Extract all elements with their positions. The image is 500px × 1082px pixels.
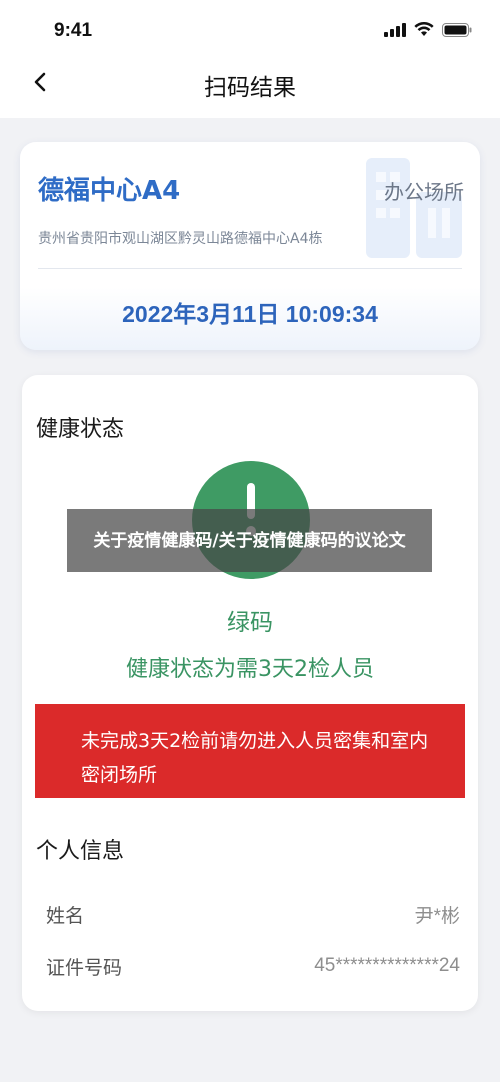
- place-name: 德福中心A4: [38, 176, 181, 206]
- status-icons: [384, 22, 472, 37]
- battery-icon: [442, 22, 472, 37]
- health-card: 健康状态 绿码 健康状态为需3天2检人员 未完成3天2检前请勿进入人员密集和室内…: [22, 375, 478, 1011]
- place-type: 办公场所: [384, 180, 464, 204]
- status-bar: 9:41: [0, 0, 500, 60]
- wifi-icon: [414, 22, 434, 36]
- divider: [38, 268, 462, 269]
- building-icon: [366, 158, 462, 258]
- code-color-label: 绿码: [227, 610, 273, 636]
- personal-section-title: 个人信息: [36, 839, 125, 864]
- health-section-title: 健康状态: [36, 417, 125, 442]
- warning-banner: 未完成3天2检前请勿进入人员密集和室内密闭场所: [35, 704, 465, 798]
- info-value: 尹*彬: [414, 905, 460, 927]
- health-state-text: 健康状态为需3天2检人员: [126, 657, 374, 682]
- place-address: 贵州省贵阳市观山湖区黔灵山路德福中心A4栋: [38, 231, 323, 247]
- signal-icon: [384, 22, 406, 37]
- warning-text: 未完成3天2检前请勿进入人员密集和室内密闭场所: [81, 730, 429, 786]
- scan-datetime: 2022年3月11日 10:09:34: [122, 301, 378, 327]
- page-title: 扫码结果: [204, 75, 296, 101]
- info-value: 45**************24: [314, 955, 460, 976]
- overlay-caption-text: 关于疫情健康码/关于疫情健康码的议论文: [93, 530, 406, 551]
- place-card: 德福中心A4 办公场所 贵州省贵阳市观山湖区黔灵山路德福中心A4栋 2022年3…: [20, 142, 480, 350]
- status-time: 9:41: [54, 20, 93, 41]
- info-row-name: 姓名 尹*彬: [46, 899, 460, 929]
- overlay-caption: 关于疫情健康码/关于疫情健康码的议论文: [67, 509, 432, 572]
- info-label: 姓名: [46, 904, 85, 927]
- info-label: 证件号码: [46, 956, 123, 979]
- info-row-id-number: 证件号码 45**************24: [46, 951, 460, 981]
- nav-bar: 扫码结果: [0, 60, 500, 118]
